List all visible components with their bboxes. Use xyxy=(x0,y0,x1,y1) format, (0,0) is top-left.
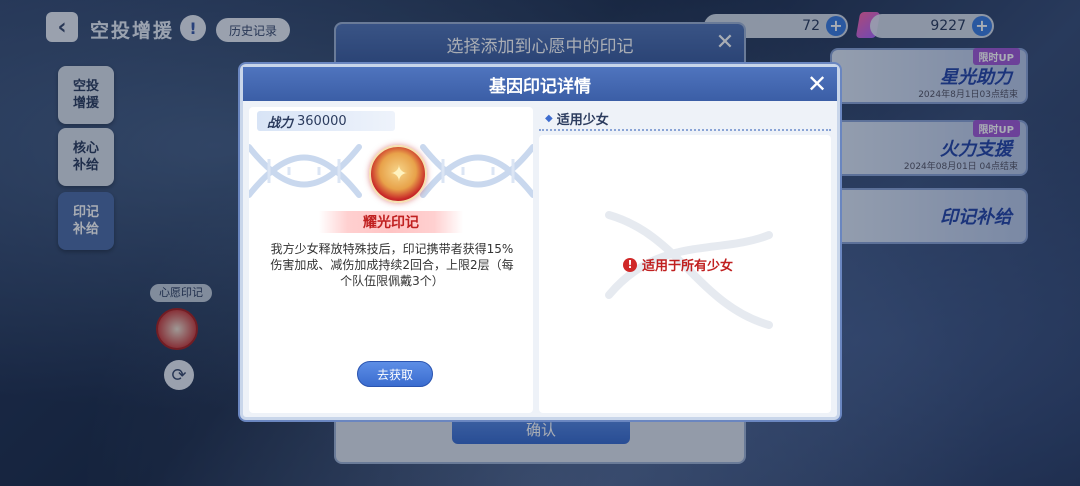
imprint-info-pane: 战力 360000 ✦ 耀光印记 我方少女释放特殊技后，印记携带者获得15%伤害… xyxy=(249,107,533,413)
power-chip: 战力 360000 xyxy=(257,111,395,131)
power-value: 360000 xyxy=(297,113,347,129)
power-label: 战力 xyxy=(267,115,294,131)
applicable-notice: ! 适用于所有少女 xyxy=(623,255,733,274)
applicable-pane: ◆ 适用少女 ! 适用于所有少女 xyxy=(539,107,831,413)
imprint-detail-modal: 基因印记详情 ✕ 战力 360000 ✦ 耀光印记 我方少女释放特殊技后，印记携… xyxy=(240,64,840,420)
modal-title: 基因印记详情 xyxy=(243,67,837,101)
imprint-name: 耀光印记 xyxy=(319,211,463,233)
warning-icon: ! xyxy=(623,257,637,272)
applicable-header: ◆ 适用少女 xyxy=(539,107,831,131)
applicable-header-label: 适用少女 xyxy=(556,112,609,128)
diamond-icon: ◆ xyxy=(545,112,553,124)
close-icon[interactable]: ✕ xyxy=(805,72,829,96)
go-get-button[interactable]: 去获取 xyxy=(357,361,433,387)
imprint-emblem-icon: ✦ xyxy=(369,145,427,203)
imprint-description: 我方少女释放特殊技后，印记携带者获得15%伤害加成、减伤加成持续2回合，上限2层… xyxy=(270,242,514,288)
applicable-notice-text: 适用于所有少女 xyxy=(642,259,734,274)
applicable-body: ! 适用于所有少女 xyxy=(539,135,831,413)
